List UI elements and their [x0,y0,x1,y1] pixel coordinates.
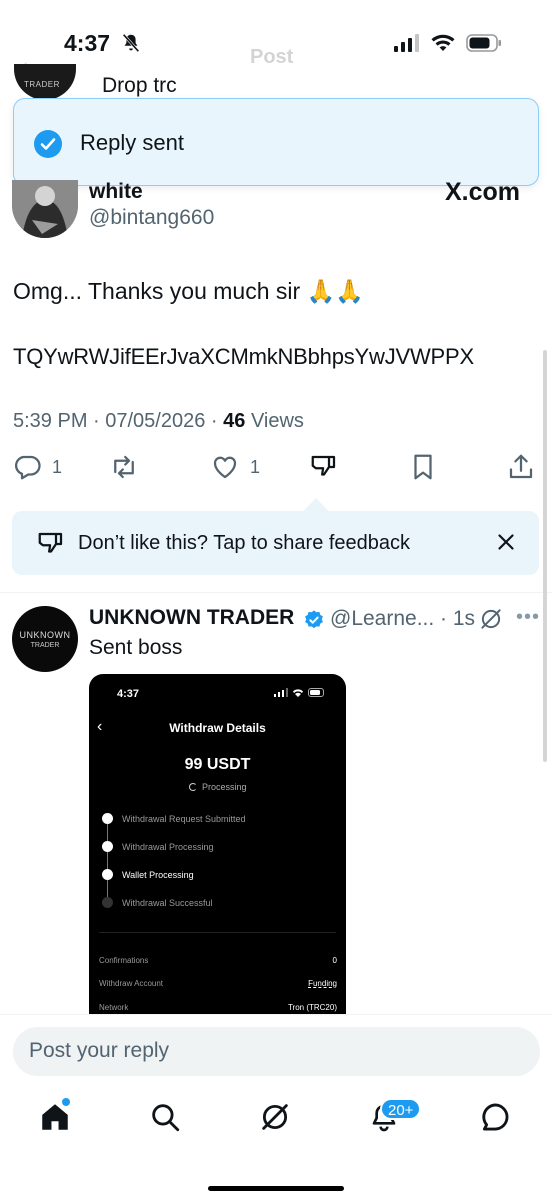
close-icon[interactable] [493,529,519,555]
embed-row-value: 0 [332,956,337,965]
step-check-icon [102,813,113,824]
embed-step-label: Withdrawal Request Submitted [122,814,246,824]
grok-icon[interactable] [258,1100,292,1134]
header-title: Post [250,46,294,68]
notifications-badge: 20+ [380,1098,422,1120]
reply-author-name[interactable]: UNKNOWN TRADER [89,606,294,630]
step-pending-icon [102,897,113,908]
tweet-timestamp[interactable]: 5:39 PM · 07/05/2026 · [13,410,223,432]
embed-step-label: Wallet Processing [122,870,194,880]
reply-avatar-line1: UNKNOWN [19,630,71,640]
embed-step: Withdrawal Request Submitted [102,812,302,826]
embed-status-time: 4:37 [117,688,140,700]
like-button[interactable]: 1 [210,452,260,482]
embed-row-label: Network [99,1003,129,1012]
embed-step-label: Withdrawal Processing [122,842,214,852]
embed-row-value: Tron (TRC20) [287,1003,337,1012]
tweet-wallet-address: TQYwRWJifEErJvaXCMmkNBbhpsYwJVWPPX [13,344,474,369]
embed-step: Wallet Processing [102,868,302,882]
verified-badge-icon [305,610,323,629]
bookmark-button[interactable] [408,452,438,482]
toast-message: Reply sent [80,130,184,155]
spinner-icon [189,783,197,791]
embed-row: Network Tron (TRC20) [99,1003,337,1012]
like-count: 1 [250,456,261,477]
embed-status: Processing [202,782,247,792]
embed-step-label: Withdrawal Successful [122,898,213,908]
reply-text: Sent boss [89,636,183,659]
embed-row-label: Confirmations [99,956,149,965]
tweet-text: Omg... Thanks you much sir 🙏🙏 [13,278,364,304]
repost-button[interactable] [108,452,140,482]
repost-icon [114,455,134,479]
thumbs-down-icon [311,455,336,476]
reply-sent-toast: Reply sent [13,98,539,186]
author-name[interactable]: white [89,180,143,204]
home-unread-dot [62,1098,70,1106]
embed-row-label: Withdraw Account [99,979,164,988]
share-icon [509,454,533,479]
share-button[interactable] [506,452,536,482]
reply-count: 1 [52,456,63,477]
more-options-icon[interactable]: ••• [516,606,540,629]
scrollbar[interactable] [543,350,547,762]
embed-status-icons [274,688,326,697]
author-handle[interactable]: @bintang660 [89,206,214,230]
tweet-meta: 5:39 PM · 07/05/2026 · 46 Views [13,410,304,433]
step-check-icon [102,869,113,880]
embed-step: Withdrawal Processing [102,840,302,854]
embed-step: Withdrawal Successful [102,896,302,910]
reply-input-placeholder: Post your reply [29,1039,170,1062]
embed-separator [99,932,336,933]
reply-input[interactable]: Post your reply [13,1027,540,1076]
post-header: ← Post [0,40,552,80]
feedback-text: Don’t like this? Tap to share feedback [78,532,411,554]
check-circle-icon [34,130,62,158]
thumbs-down-icon [38,532,63,553]
tweet-actions: 1 1 [0,450,552,490]
attached-screenshot[interactable]: 4:37 ‹ Withdraw Details 99 USDT Processi… [89,674,346,1015]
feedback-prompt[interactable]: Don’t like this? Tap to share feedback [12,511,539,575]
x-com-watermark: X.com [444,178,520,206]
reply-button[interactable]: 1 [12,452,62,482]
views-label: Views [245,410,304,432]
embed-title: Withdraw Details [169,721,266,735]
reply-icon [15,455,41,480]
views-count: 46 [223,410,246,432]
embed-amount: 99 USDT [184,756,251,773]
step-check-icon [102,841,113,852]
reply-avatar-line2: TRADER [30,642,60,649]
bookmark-icon [414,454,432,480]
prev-tweet-snippet: Drop trc [102,74,177,97]
reply-avatar[interactable]: UNKNOWN TRADER [12,606,78,672]
search-icon[interactable] [148,1100,182,1134]
dislike-button[interactable] [309,452,339,482]
embed-row-value: Funding [308,979,337,988]
heart-icon [213,456,237,479]
bottom-tab-bar [0,1092,552,1148]
prev-tweet-avatar[interactable]: TRADER [14,64,76,100]
divider [0,592,552,593]
grok-icon[interactable] [478,606,504,632]
embed-row: Confirmations 0 [99,956,337,965]
composer-divider [0,1014,552,1015]
prev-avatar-text: TRADER [24,80,60,89]
reply-handle-time[interactable]: @Learne... · 1s [330,607,475,631]
home-indicator[interactable] [208,1186,344,1191]
messages-icon[interactable] [478,1100,512,1134]
author-avatar[interactable] [12,180,78,238]
embed-row: Withdraw Account Funding [99,979,337,988]
